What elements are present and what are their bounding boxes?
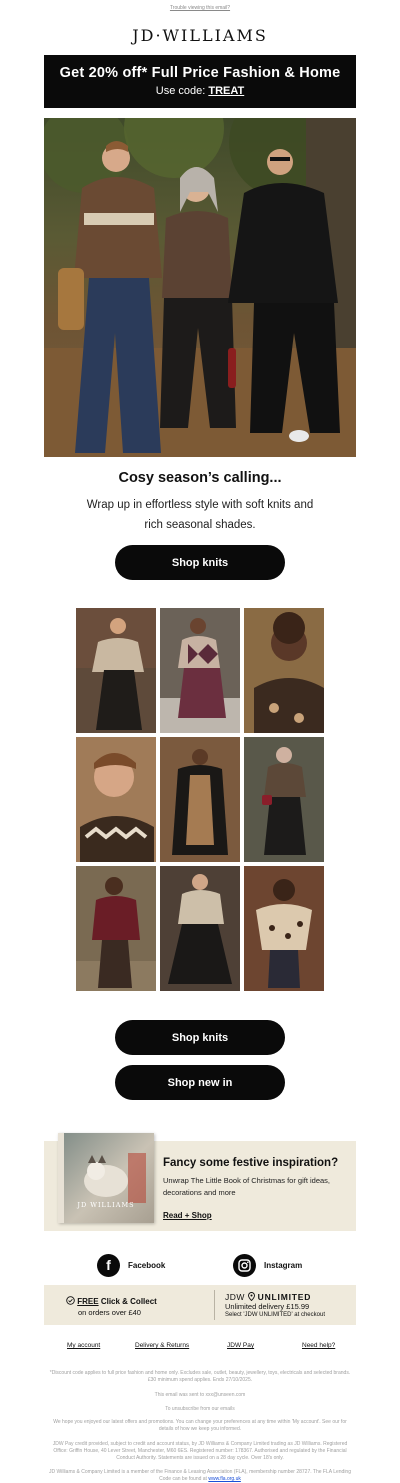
grid-tile[interactable] [160, 608, 240, 733]
promo-banner[interactable]: Get 20% off* Full Price Fashion & Home U… [44, 55, 356, 108]
shop-knits-button[interactable]: Shop knits [115, 545, 285, 580]
hero-illustration [44, 118, 356, 457]
free-word: FREE [77, 1297, 99, 1306]
book-cover-illustration [58, 1133, 146, 1223]
instagram-icon [233, 1253, 256, 1277]
model-photo [160, 866, 240, 991]
legal-sent-to: This email was sent to xxx@unseen.com [154, 1392, 246, 1398]
legal-discount-terms: *Discount code applies to full price fas… [49, 1370, 351, 1383]
need-help-link[interactable]: Need help? [302, 1342, 335, 1349]
jdw-pay-link[interactable]: JDW Pay [227, 1342, 254, 1349]
grid-tile[interactable] [160, 866, 240, 991]
grid-tile[interactable] [76, 608, 156, 733]
model-photo [160, 737, 240, 862]
model-photo [76, 737, 156, 862]
my-account-link[interactable]: My account [67, 1342, 100, 1349]
legal-jdw-pay: JDW Pay credit provided, subject to cred… [52, 1441, 348, 1461]
grid-tile[interactable] [244, 737, 324, 862]
legal-fla-text: JD Williams & Company Limited is a membe… [49, 1469, 351, 1482]
grid-tile[interactable] [160, 737, 240, 862]
click-collect-sub: on orders over £40 [78, 1308, 141, 1317]
legal-fla: JD Williams & Company Limited is a membe… [48, 1469, 352, 1483]
unlimited-note: Select 'JDW UNLIMITED' at checkout [225, 1312, 325, 1318]
hero-subtext: Wrap up in effortless style with soft kn… [86, 499, 314, 531]
read-and-shop-link[interactable]: Read + Shop [163, 1211, 212, 1220]
grid-tile[interactable] [244, 866, 324, 991]
location-pin-icon [247, 1292, 255, 1302]
promo-code-prefix: Use code: [155, 85, 206, 97]
model-photo [160, 608, 240, 733]
grid-tile[interactable] [76, 866, 156, 991]
click-collect-label: Click & Collect [100, 1297, 157, 1306]
trouble-viewing-link[interactable]: Trouble viewing this email? [0, 5, 400, 11]
festive-body: Unwrap The Little Book of Christmas for … [163, 1176, 331, 1197]
brand-logo[interactable]: JD·WILLIAMS [0, 26, 400, 45]
model-photo [244, 737, 324, 862]
model-photo [244, 608, 324, 733]
festive-title: Fancy some festive inspiration? [163, 1157, 339, 1169]
jdw-label: JDW [225, 1292, 245, 1302]
click-collect-info[interactable]: FREE Click & Collect on orders over £40 [66, 1296, 157, 1317]
legal-preferences: We hope you enjoyed our latest offers an… [53, 1419, 347, 1432]
model-photo [76, 866, 156, 991]
model-photo [76, 608, 156, 733]
hero-headline: Cosy season’s calling... [118, 470, 282, 486]
instagram-label: Instagram [264, 1260, 303, 1270]
facebook-label: Facebook [128, 1260, 166, 1270]
promo-headline: Get 20% off* Full Price Fashion & Home [59, 65, 341, 81]
grid-tile[interactable] [244, 608, 324, 733]
book-title: JD WILLIAMS [77, 1201, 135, 1209]
product-grid [76, 608, 324, 993]
hero-image[interactable] [44, 118, 356, 457]
check-circle-icon [66, 1296, 75, 1305]
grid-tile[interactable] [76, 737, 156, 862]
shop-new-in-button[interactable]: Shop new in [115, 1065, 285, 1100]
unlimited-label: UNLIMITED [257, 1292, 312, 1302]
fla-link[interactable]: www.fla.org.uk [208, 1476, 241, 1482]
instagram-link[interactable]: Instagram [233, 1253, 302, 1277]
delivery-returns-link[interactable]: Delivery & Returns [135, 1342, 189, 1349]
facebook-icon: f [97, 1253, 120, 1277]
facebook-link[interactable]: f Facebook [97, 1253, 165, 1277]
promo-code: TREAT [208, 85, 245, 97]
delivery-divider [214, 1290, 215, 1320]
legal-unsubscribe[interactable]: To unsubscribe from our emails [48, 1406, 352, 1413]
model-photo [244, 866, 324, 991]
christmas-book-image[interactable]: JD WILLIAMS [58, 1133, 154, 1223]
shop-knits-button-2[interactable]: Shop knits [115, 1020, 285, 1055]
jdw-unlimited-info[interactable]: JDW UNLIMITED Unlimited delivery £15.99 … [225, 1292, 325, 1320]
unlimited-price-line: Unlimited delivery £15.99 [225, 1302, 310, 1311]
promo-code-line: Use code: TREAT [44, 85, 356, 97]
